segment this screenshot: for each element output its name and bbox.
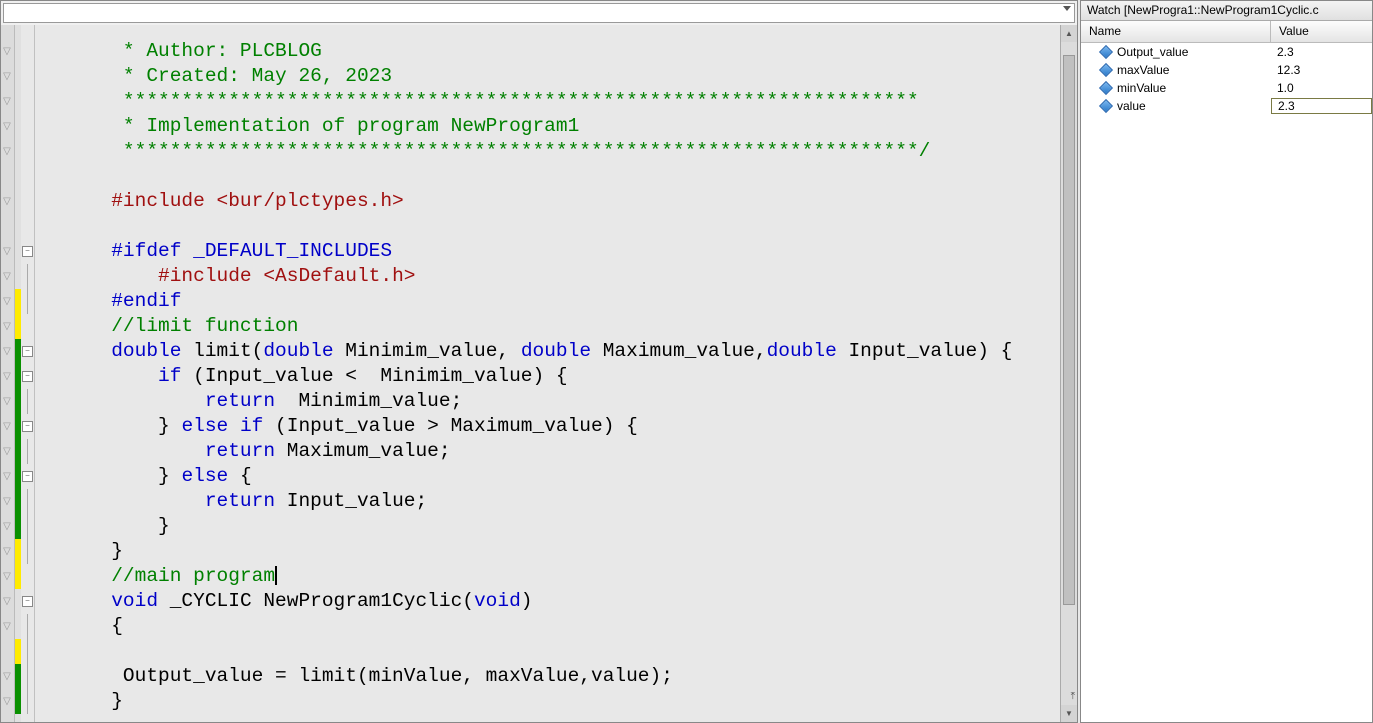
code-token: { — [228, 465, 251, 487]
fold-gutter[interactable]: − − − − − − — [21, 25, 35, 722]
fold-toggle-icon[interactable]: − — [22, 421, 33, 432]
code-line: ****************************************… — [41, 90, 919, 112]
code-token: double — [521, 340, 591, 362]
code-token: <bur/plctypes.h> — [217, 190, 404, 212]
watch-row[interactable]: value 2.3 — [1081, 97, 1372, 115]
watch-var-value[interactable]: 2.3 — [1271, 98, 1372, 114]
text-cursor — [275, 566, 277, 585]
code-line: //main program — [41, 565, 275, 587]
variable-icon — [1099, 81, 1113, 95]
variable-icon — [1099, 45, 1113, 59]
watch-row[interactable]: minValue 1.0 — [1081, 79, 1372, 97]
watch-panel: Watch [NewProgra1::NewProgram1Cyclic.c N… — [1080, 0, 1373, 723]
code-token: double — [263, 340, 333, 362]
watch-var-name: Output_value — [1117, 45, 1188, 59]
code-token: #include — [41, 265, 263, 287]
code-token: return — [205, 390, 275, 412]
code-token: } — [41, 415, 181, 437]
watch-rows-container: Output_value 2.3 maxValue 12.3 minValue … — [1081, 43, 1372, 722]
code-token: _CYCLIC NewProgram1Cyclic( — [158, 590, 474, 612]
code-line: } — [41, 515, 170, 537]
code-token: Input_value; — [275, 490, 427, 512]
scroll-indicator-icon: ⤒ — [1071, 691, 1075, 702]
code-token — [41, 390, 205, 412]
code-token: Input_value) { — [837, 340, 1013, 362]
fold-toggle-icon[interactable]: − — [22, 471, 33, 482]
code-token — [41, 490, 205, 512]
code-token: double — [111, 340, 181, 362]
navigation-dropdown[interactable] — [3, 3, 1075, 23]
code-token: void — [474, 590, 521, 612]
chevron-down-icon — [1063, 6, 1071, 11]
code-token: #ifdef — [41, 240, 181, 262]
vertical-scrollbar[interactable]: ▲ ⤒ ▼ — [1060, 25, 1077, 722]
code-line: * Author: PLCBLOG — [41, 40, 322, 62]
code-token: Minimim_value; — [275, 390, 462, 412]
scroll-up-icon[interactable]: ▲ — [1061, 25, 1077, 42]
code-token: return — [205, 490, 275, 512]
code-token: Minimim_value, — [334, 340, 521, 362]
watch-var-name: value — [1117, 99, 1146, 113]
watch-var-value[interactable]: 12.3 — [1271, 63, 1372, 77]
code-line: Output_value = limit(minValue, maxValue,… — [41, 665, 673, 687]
breakpoint-gutter[interactable]: ▽▽▽▽▽ ▽▽▽ ▽▽▽▽▽ ▽▽▽▽▽ ▽▽▽▽ ▽▽ — [1, 25, 15, 722]
code-token — [41, 590, 111, 612]
code-line: #endif — [41, 290, 181, 312]
code-token: _DEFAULT_INCLUDES — [181, 240, 392, 262]
code-token: ) — [521, 590, 533, 612]
code-token: Maximum_value; — [275, 440, 451, 462]
watch-header-row: Name Value — [1081, 21, 1372, 43]
code-line: * Implementation of program NewProgram1 — [41, 115, 579, 137]
code-token: if — [158, 365, 181, 387]
code-area[interactable]: ▽▽▽▽▽ ▽▽▽ ▽▽▽▽▽ ▽▽▽▽▽ ▽▽▽▽ ▽▽ − − — [1, 25, 1077, 722]
watch-column-value[interactable]: Value — [1271, 21, 1372, 42]
code-token: } — [41, 465, 181, 487]
fold-toggle-icon[interactable]: − — [22, 246, 33, 257]
code-line: * Created: May 26, 2023 — [41, 65, 392, 87]
code-token: else if — [181, 415, 263, 437]
scrollbar-thumb[interactable] — [1063, 55, 1075, 605]
code-token: (Input_value < Minimim_value) { — [181, 365, 567, 387]
code-token — [41, 365, 158, 387]
code-line: { — [41, 615, 123, 637]
code-token: void — [111, 590, 158, 612]
watch-var-name: maxValue — [1117, 63, 1169, 77]
watch-var-value[interactable]: 1.0 — [1271, 81, 1372, 95]
watch-row[interactable]: Output_value 2.3 — [1081, 43, 1372, 61]
code-token: double — [767, 340, 837, 362]
code-editor-pane: ▽▽▽▽▽ ▽▽▽ ▽▽▽▽▽ ▽▽▽▽▽ ▽▽▽▽ ▽▽ − − — [0, 0, 1078, 723]
code-token: return — [205, 440, 275, 462]
fold-toggle-icon[interactable]: − — [22, 371, 33, 382]
code-token — [41, 340, 111, 362]
code-line: ****************************************… — [41, 140, 930, 162]
code-token: Maximum_value, — [591, 340, 767, 362]
watch-row[interactable]: maxValue 12.3 — [1081, 61, 1372, 79]
variable-icon — [1099, 63, 1113, 77]
fold-toggle-icon[interactable]: − — [22, 346, 33, 357]
variable-icon — [1099, 99, 1113, 113]
scroll-down-icon[interactable]: ▼ — [1061, 705, 1077, 722]
watch-var-value[interactable]: 2.3 — [1271, 45, 1372, 59]
code-token: (Input_value > Maximum_value) { — [263, 415, 637, 437]
code-line: } — [41, 690, 123, 712]
watch-var-name: minValue — [1117, 81, 1166, 95]
code-token — [41, 440, 205, 462]
watch-column-name[interactable]: Name — [1081, 21, 1271, 42]
code-token: else — [181, 465, 228, 487]
watch-panel-title: Watch [NewProgra1::NewProgram1Cyclic.c — [1081, 1, 1372, 21]
code-text[interactable]: * Author: PLCBLOG * Created: May 26, 202… — [35, 25, 1077, 722]
code-token: limit( — [181, 340, 263, 362]
code-token: <AsDefault.h> — [263, 265, 415, 287]
code-token: #include — [41, 190, 217, 212]
code-line: //limit function — [41, 315, 298, 337]
fold-toggle-icon[interactable]: − — [22, 596, 33, 607]
code-line: } — [41, 540, 123, 562]
